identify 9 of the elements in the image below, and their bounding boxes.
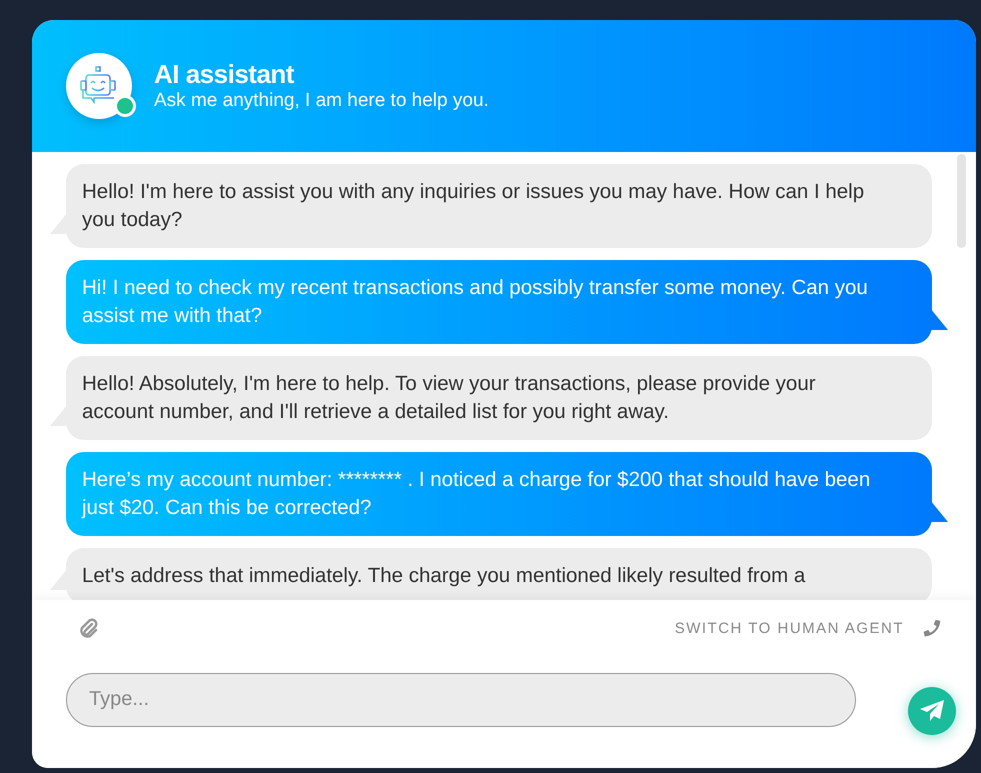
send-button[interactable] — [908, 686, 956, 734]
speech-tail — [930, 500, 948, 522]
message-input[interactable]: Type... — [66, 672, 856, 726]
assistant-title: AI assistant — [154, 59, 296, 89]
paper-plane-icon — [919, 698, 945, 722]
assistant-subtitle: Ask me anything, I am here to help you. — [154, 89, 489, 113]
switch-agent-button[interactable]: SWITCH TO HUMAN AGENT — [674, 618, 942, 640]
paperclip-icon[interactable] — [78, 618, 98, 640]
speech-tail — [930, 308, 948, 330]
